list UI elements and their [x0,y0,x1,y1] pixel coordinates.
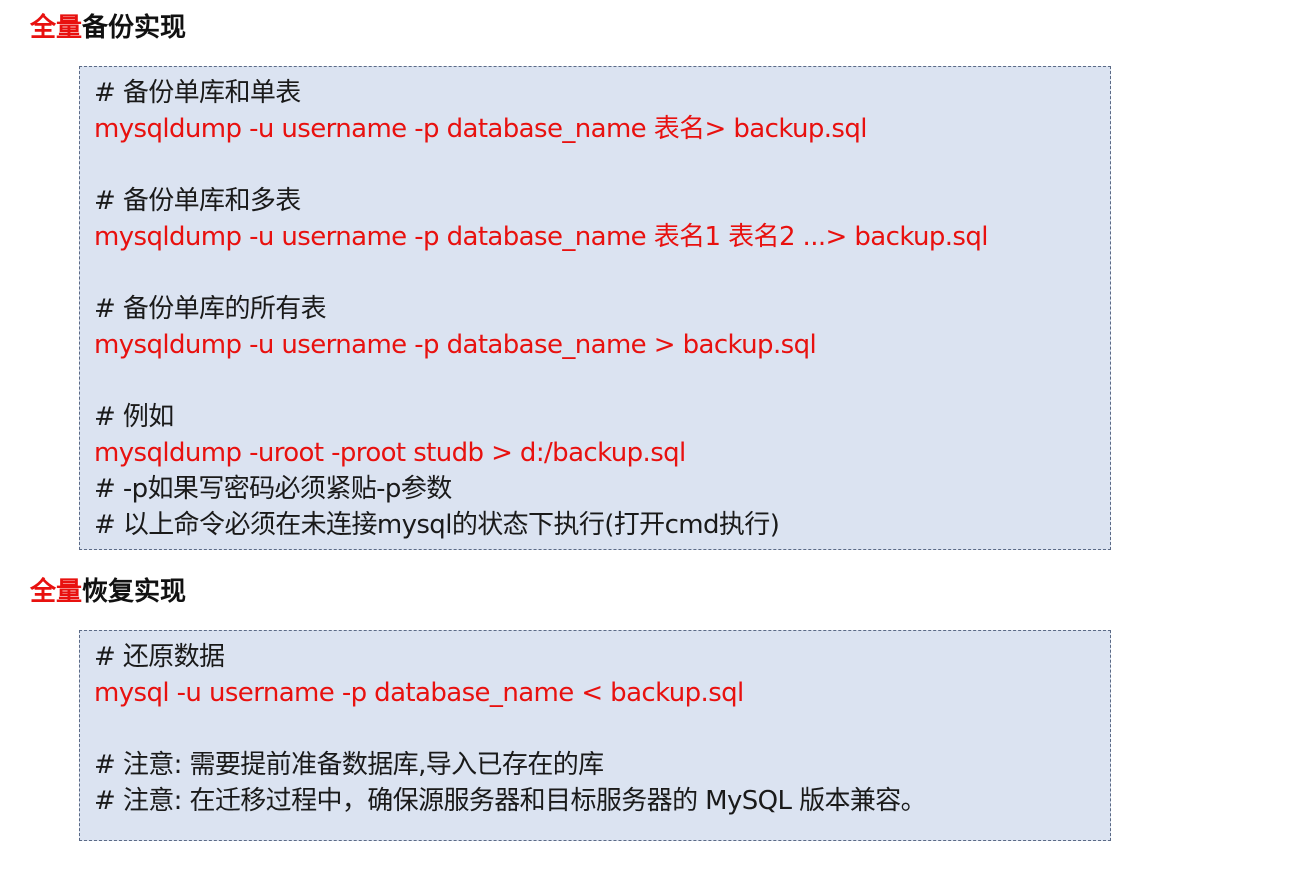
comment-line: # 注意: 在迁移过程中，确保源服务器和目标服务器的 MySQL 版本兼容。 [94,786,927,816]
comment-line: # 备份单库和多表 [94,186,301,216]
heading-text: 恢复实现 [82,577,187,607]
comment-line: # 以上命令必须在未连接mysql的状态下执行(打开cmd执行) [94,510,780,540]
command-line: mysqldump -u username -p database_name 表… [94,222,989,252]
command-line: mysqldump -u username -p database_name 表… [94,114,868,144]
heading-highlight: 全量 [30,577,83,607]
heading-text: 备份实现 [82,13,187,43]
comment-line: # 注意: 需要提前准备数据库,导入已存在的库 [94,750,604,780]
heading-highlight: 全量 [30,13,83,43]
comment-line: # 还原数据 [94,642,225,672]
code-block-backup: # 备份单库和单表 mysqldump -u username -p databa… [79,66,1111,550]
comment-line: # 例如 [94,402,174,432]
comment-line: # 备份单库和单表 [94,78,301,108]
command-line: mysqldump -uroot -proot studb > d:/backu… [94,438,686,468]
comment-line: # -p如果写密码必须紧贴-p参数 [94,474,452,504]
command-line: mysqldump -u username -p database_name >… [94,330,817,360]
comment-line: # 备份单库的所有表 [94,294,327,324]
code-block-restore: # 还原数据 mysql -u username -p database_name… [79,630,1111,841]
heading-full-restore: 全量恢复实现 [30,577,186,607]
heading-full-backup: 全量备份实现 [30,13,186,43]
command-line: mysql -u username -p database_name < bac… [94,678,744,708]
